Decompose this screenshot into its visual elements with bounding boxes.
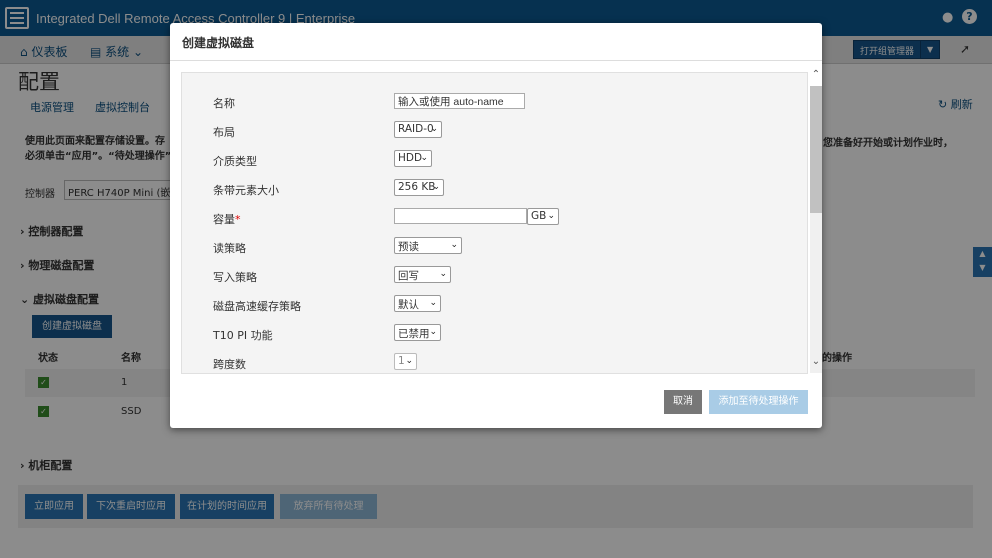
- name-label: 名称: [213, 97, 235, 110]
- chevron-down-icon: ⌄: [432, 182, 440, 192]
- create-virtual-disk-dialog: 创建虚拟磁盘 名称 布局 RAID-0⌄ 介质类型 HDD⌄ 条带元素大小 25…: [170, 23, 822, 428]
- chevron-down-icon: ⌄: [547, 211, 555, 221]
- chevron-down-icon: ⌄: [405, 356, 413, 366]
- scroll-up-icon[interactable]: ⌃: [808, 69, 824, 85]
- stripe-size-label: 条带元素大小: [213, 184, 279, 197]
- add-to-pending-button[interactable]: 添加至待处理操作: [709, 390, 808, 414]
- t10-pi-label: T10 PI 功能: [213, 329, 273, 342]
- dialog-title: 创建虚拟磁盘: [182, 36, 255, 50]
- chevron-down-icon: ⌄: [429, 327, 437, 337]
- read-policy-select[interactable]: 预读 ⌄: [394, 237, 462, 254]
- cancel-button[interactable]: 取消: [664, 390, 702, 414]
- media-type-select[interactable]: HDD ⌄: [394, 150, 432, 167]
- write-policy-select[interactable]: 回写 ⌄: [394, 266, 451, 283]
- chevron-down-icon: ⌄: [439, 269, 447, 279]
- chevron-down-icon: ⌄: [450, 240, 458, 250]
- read-policy-label: 读策略: [213, 242, 246, 255]
- chevron-down-icon: ⌄: [420, 153, 428, 163]
- name-input[interactable]: [394, 93, 525, 109]
- media-type-label: 介质类型: [213, 155, 257, 168]
- capacity-unit-select[interactable]: GB ⌄: [527, 208, 559, 225]
- scroll-down-icon[interactable]: ⌄: [808, 356, 824, 372]
- dialog-form: 名称 布局 RAID-0⌄ 介质类型 HDD⌄ 条带元素大小 256 KB⌄ 容…: [181, 72, 808, 374]
- capacity-label: 容量*: [213, 213, 241, 226]
- dialog-scrollbar-thumb[interactable]: [810, 86, 822, 213]
- disk-cache-policy-select[interactable]: 默认 ⌄: [394, 295, 441, 312]
- capacity-input[interactable]: [394, 208, 527, 224]
- dialog-header: 创建虚拟磁盘: [170, 23, 822, 61]
- disk-cache-policy-label: 磁盘高速缓存策略: [213, 300, 301, 313]
- stripe-size-select[interactable]: 256 KB ⌄: [394, 179, 444, 196]
- write-policy-label: 写入策略: [213, 271, 257, 284]
- layout-select[interactable]: RAID-0 ⌄: [394, 121, 442, 138]
- span-count-select[interactable]: 1 ⌄: [394, 353, 417, 370]
- span-count-label: 跨度数: [213, 358, 246, 371]
- chevron-down-icon: ⌄: [430, 124, 438, 134]
- chevron-down-icon: ⌄: [429, 298, 437, 308]
- layout-label: 布局: [213, 126, 235, 139]
- t10-pi-select[interactable]: 已禁用 ⌄: [394, 324, 441, 341]
